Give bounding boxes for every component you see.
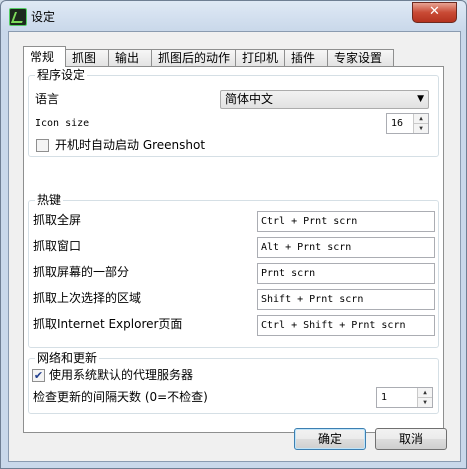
hotkey-label-last-region: 抓取上次选择的区域 bbox=[33, 291, 142, 305]
close-button[interactable]: ✕ bbox=[412, 2, 457, 23]
tab-panel-general: 程序设定 语言 简体中文 ▼ Icon size 16 ▲ ▼ 开机时自动启动 … bbox=[23, 66, 444, 433]
greenshot-icon bbox=[9, 8, 27, 26]
spin-down-icon[interactable]: ▼ bbox=[413, 124, 428, 133]
icon-size-value: 16 bbox=[391, 118, 404, 129]
tab-printer[interactable]: 打印机 bbox=[235, 49, 285, 66]
hotkeys-title: 热键 bbox=[35, 193, 64, 207]
program-settings-title: 程序设定 bbox=[35, 68, 88, 82]
tab-general[interactable]: 常规 bbox=[23, 46, 66, 67]
tab-output[interactable]: 输出 bbox=[108, 49, 152, 66]
tab-plugins[interactable]: 插件 bbox=[284, 49, 328, 66]
language-select[interactable]: 简体中文 ▼ bbox=[220, 90, 429, 109]
autostart-checkbox[interactable] bbox=[36, 139, 49, 152]
title-bar[interactable]: 设定 ✕ bbox=[1, 1, 466, 31]
hotkey-label-region: 抓取屏幕的一部分 bbox=[33, 265, 130, 279]
update-interval-stepper[interactable]: 1 ▲ ▼ bbox=[376, 387, 433, 408]
hotkey-field-window[interactable]: Alt + Prnt scrn bbox=[257, 237, 435, 258]
proxy-checkbox[interactable]: ✔ bbox=[32, 369, 45, 382]
dialog-client-area: 常规 抓图 输出 抓图后的动作 打印机 插件 专家设置 程序设定 语言 简体中文… bbox=[8, 31, 461, 462]
spin-down-icon[interactable]: ▼ bbox=[417, 398, 432, 407]
spin-up-icon[interactable]: ▲ bbox=[417, 388, 432, 398]
hotkey-label-fullscreen: 抓取全屏 bbox=[33, 213, 82, 227]
cancel-button[interactable]: 取消 bbox=[375, 428, 447, 450]
spin-up-icon[interactable]: ▲ bbox=[413, 114, 428, 124]
autostart-label: 开机时自动启动 Greenshot bbox=[55, 138, 206, 152]
network-group: 网络和更新 ✔ 使用系统默认的代理服务器 检查更新的间隔天数 (0=不检查) 1… bbox=[28, 351, 439, 414]
language-label: 语言 bbox=[35, 92, 60, 106]
close-icon: ✕ bbox=[429, 4, 440, 19]
hotkeys-group: 热键 抓取全屏 Ctrl + Prnt scrn 抓取窗口 Alt + Prnt… bbox=[28, 193, 439, 348]
language-value: 简体中文 bbox=[225, 92, 274, 106]
network-title: 网络和更新 bbox=[35, 351, 100, 365]
hotkey-field-last-region[interactable]: Shift + Prnt scrn bbox=[257, 289, 435, 310]
ok-button[interactable]: 确定 bbox=[294, 428, 366, 450]
update-interval-value: 1 bbox=[381, 392, 388, 403]
window-title: 设定 bbox=[31, 10, 56, 24]
hotkey-field-ie[interactable]: Ctrl + Shift + Prnt scrn bbox=[257, 315, 435, 336]
chevron-down-icon: ▼ bbox=[417, 94, 424, 104]
program-settings-group: 程序设定 语言 简体中文 ▼ Icon size 16 ▲ ▼ 开机时自动启动 … bbox=[28, 68, 439, 157]
proxy-label: 使用系统默认的代理服务器 bbox=[49, 368, 194, 382]
settings-window: 设定 ✕ 常规 抓图 输出 抓图后的动作 打印机 插件 专家设置 程序设定 语言… bbox=[0, 0, 467, 469]
hotkey-field-region[interactable]: Prnt scrn bbox=[257, 263, 435, 284]
update-interval-label: 检查更新的间隔天数 (0=不检查) bbox=[33, 390, 208, 404]
hotkey-field-fullscreen[interactable]: Ctrl + Prnt scrn bbox=[257, 211, 435, 232]
check-icon: ✔ bbox=[33, 369, 44, 382]
hotkey-label-ie: 抓取Internet Explorer页面 bbox=[33, 317, 183, 331]
hotkey-label-window: 抓取窗口 bbox=[33, 239, 82, 253]
icon-size-label: Icon size bbox=[35, 118, 90, 129]
tab-expert[interactable]: 专家设置 bbox=[327, 49, 394, 66]
tab-capture[interactable]: 抓图 bbox=[65, 49, 109, 66]
tab-destination[interactable]: 抓图后的动作 bbox=[151, 49, 236, 66]
icon-size-stepper[interactable]: 16 ▲ ▼ bbox=[386, 113, 429, 134]
